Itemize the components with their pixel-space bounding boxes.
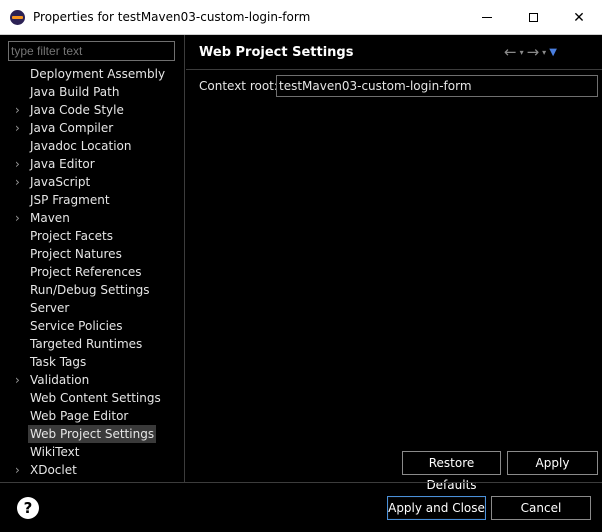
tree-item[interactable]: Web Project Settings <box>0 425 184 443</box>
chevron-right-icon[interactable]: › <box>15 155 25 173</box>
help-icon[interactable]: ? <box>17 497 39 519</box>
maximize-button[interactable] <box>510 0 556 35</box>
tree-item-label: Javadoc Location <box>30 139 132 153</box>
forward-arrow-icon[interactable]: → <box>527 43 540 61</box>
maximize-icon <box>528 13 538 22</box>
tree-item-label: Java Code Style <box>30 103 124 117</box>
tree-item[interactable]: WikiText <box>0 443 184 461</box>
tree-item-label: Targeted Runtimes <box>30 337 143 351</box>
tree-item-label: Java Compiler <box>30 121 114 135</box>
tree-item-label: Project Facets <box>30 229 113 243</box>
apply-and-close-button[interactable]: Apply and Close <box>387 496 486 520</box>
page-navigation: ← ▾ → ▾ ▼ <box>504 42 557 62</box>
tree-item-label: WikiText <box>30 445 80 459</box>
tree-item-label: Deployment Assembly <box>30 67 166 81</box>
title-bar: Properties for testMaven03-custom-login-… <box>0 0 602 35</box>
minimize-button[interactable] <box>464 0 510 35</box>
back-arrow-icon[interactable]: ← <box>504 43 517 61</box>
tree-item[interactable]: Project Natures <box>0 245 184 263</box>
tree-item-label: Project References <box>30 265 142 279</box>
page-title: Web Project Settings <box>199 45 354 60</box>
minimize-icon <box>482 17 492 18</box>
tree-item[interactable]: › Java Code Style <box>0 101 184 119</box>
header-divider <box>186 69 602 70</box>
tree-item-label: JSP Fragment <box>30 193 110 207</box>
view-menu-icon[interactable]: ▼ <box>549 47 557 58</box>
tree-item[interactable]: › Maven <box>0 209 184 227</box>
restore-defaults-button[interactable]: Restore Defaults <box>402 451 501 492</box>
tree-item[interactable]: Web Content Settings <box>0 389 184 407</box>
tree-item[interactable]: Targeted Runtimes <box>0 335 184 353</box>
tree-item-label: Task Tags <box>30 355 87 369</box>
close-icon: ✕ <box>573 9 585 26</box>
tree-item-label: Validation <box>30 373 90 387</box>
chevron-right-icon[interactable]: › <box>15 101 25 119</box>
tree-item[interactable]: › Java Editor <box>0 155 184 173</box>
tree-item[interactable]: Java Build Path <box>0 83 184 101</box>
tree-item-label: Java Build Path <box>30 85 120 99</box>
tree-item[interactable]: Project References <box>0 263 184 281</box>
tree-item[interactable]: Service Policies <box>0 317 184 335</box>
footer-divider <box>0 482 602 483</box>
tree-item-label: Web Content Settings <box>30 391 161 405</box>
tree-item-label: XDoclet <box>30 463 77 477</box>
context-root-field[interactable]: testMaven03-custom-login-form <box>276 75 598 97</box>
tree-item-label: Run/Debug Settings <box>30 283 150 297</box>
tree-item[interactable]: JSP Fragment <box>0 191 184 209</box>
window-title: Properties for testMaven03-custom-login-… <box>33 10 311 24</box>
navigation-pane: Deployment Assembly Java Build Path › Java … <box>0 35 185 482</box>
tree-item-label: Web Page Editor <box>30 409 129 423</box>
close-button[interactable]: ✕ <box>556 0 602 35</box>
tree-item[interactable]: Web Page Editor <box>0 407 184 425</box>
tree-item[interactable]: Task Tags <box>0 353 184 371</box>
tree-item[interactable]: Project Facets <box>0 227 184 245</box>
tree-item-label: JavaScript <box>30 175 91 189</box>
tree-item[interactable]: › JavaScript <box>0 173 184 191</box>
back-dropdown-icon[interactable]: ▾ <box>520 48 524 57</box>
chevron-right-icon[interactable]: › <box>15 173 25 191</box>
eclipse-icon <box>10 10 25 25</box>
chevron-right-icon[interactable]: › <box>15 461 25 479</box>
tree-item-label: Web Project Settings <box>28 425 157 443</box>
chevron-right-icon[interactable]: › <box>15 371 25 389</box>
property-page-tree: Deployment Assembly Java Build Path › Java … <box>0 65 184 479</box>
apply-button[interactable]: Apply <box>507 451 598 475</box>
forward-dropdown-icon[interactable]: ▾ <box>542 48 546 57</box>
tree-item-label: Java Editor <box>30 157 95 171</box>
tree-item[interactable]: › Java Compiler <box>0 119 184 137</box>
chevron-right-icon[interactable]: › <box>15 209 25 227</box>
tree-item[interactable]: Javadoc Location <box>0 137 184 155</box>
tree-item-label: Service Policies <box>30 319 123 333</box>
tree-item-label: Maven <box>30 211 70 225</box>
filter-input[interactable] <box>8 41 175 61</box>
page-panel: Web Project Settings ← ▾ → ▾ ▼ Context r… <box>186 35 602 482</box>
tree-item-label: Server <box>30 301 70 315</box>
tree-item[interactable]: › XDoclet <box>0 461 184 479</box>
tree-item[interactable]: › Validation <box>0 371 184 389</box>
tree-item[interactable]: Run/Debug Settings <box>0 281 184 299</box>
cancel-button[interactable]: Cancel <box>491 496 591 520</box>
tree-item[interactable]: Deployment Assembly <box>0 65 184 83</box>
tree-item[interactable]: Server <box>0 299 184 317</box>
context-root-label: Context root: <box>199 79 278 93</box>
chevron-right-icon[interactable]: › <box>15 119 25 137</box>
tree-item-label: Project Natures <box>30 247 122 261</box>
